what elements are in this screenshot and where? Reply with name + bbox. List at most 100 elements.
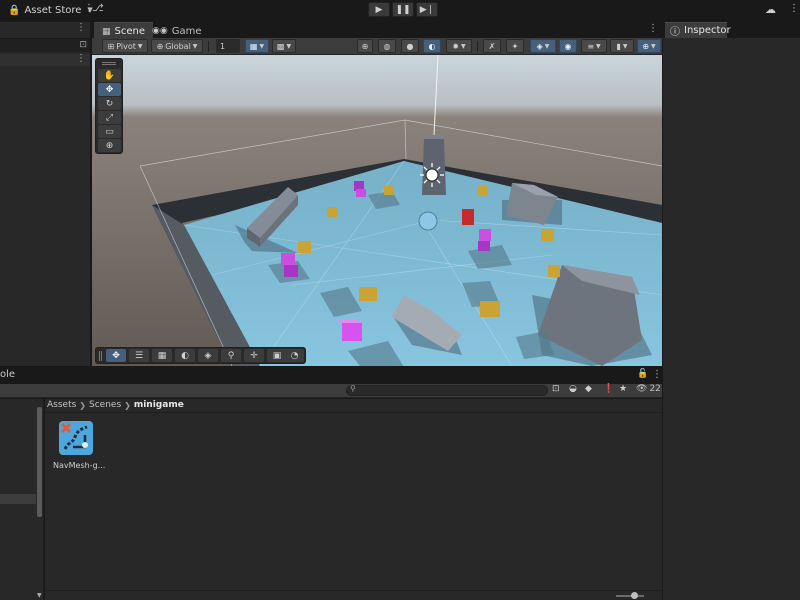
wireframe-globe-icon: ⊕ — [361, 41, 369, 51]
pan-icon: ✛ — [250, 350, 258, 361]
pan-tool[interactable]: ✛ — [244, 349, 264, 362]
move-icon: ✥ — [112, 350, 120, 361]
move-tool[interactable]: ✥ — [98, 83, 121, 96]
layers-dropdown[interactable]: ≡ ▼ — [581, 39, 607, 53]
breadcrumb-scenes[interactable]: Scenes — [89, 400, 121, 410]
navmesh-settings-tool[interactable]: ☰ — [129, 349, 149, 362]
scene-viewport[interactable]: ✋ ✥ ↻ ⤢ ▭ ⊕ ✥ ☰ ▦ ◐ ◈ ⚲ ✛ ▣ ◔ — [92, 55, 662, 366]
arc-tool[interactable]: ◐ — [175, 349, 195, 362]
asset-store-button[interactable]: 🔒 Asset Store ▼ — [8, 3, 93, 17]
info-filter-icon[interactable]: ❗ — [603, 384, 614, 394]
toolbar-divider — [477, 41, 478, 52]
more-vertical-icon[interactable]: ⋮ — [76, 22, 86, 33]
hidden-packages-toggle[interactable]: 👁 22 — [636, 384, 661, 394]
more-vertical-icon[interactable]: ⋮ — [789, 3, 799, 14]
gizmos-dropdown[interactable]: ⊕ ▼ — [637, 39, 661, 53]
tab-console-partial[interactable]: ole — [0, 369, 15, 380]
grid-snap-button[interactable]: ▦ ▼ — [245, 39, 269, 53]
navmesh-bake-tool[interactable]: ◈ — [198, 349, 218, 362]
filter-icon[interactable]: ◒ — [569, 384, 577, 394]
grid-size-input[interactable]: 1 — [216, 39, 240, 53]
draw-mode-button[interactable]: ⊕ — [357, 39, 373, 53]
layers-icon: ◈ — [536, 41, 543, 51]
grid-icon: ▦ — [157, 350, 167, 361]
wire-sphere-icon: ◍ — [383, 41, 391, 51]
tab-inspector[interactable]: ⓘ Inspector — [665, 22, 731, 38]
scene-tab-bar: ▦ Scene ◉◉ Game ⋮ — [92, 22, 662, 38]
drag-handle[interactable] — [99, 351, 102, 361]
pillar-top — [424, 135, 444, 139]
search-filter-icon[interactable]: ⊡ — [79, 40, 87, 50]
navmesh-overlay-toolbar: ✥ ☰ ▦ ◐ ◈ ⚲ ✛ ▣ ◔ — [95, 347, 306, 364]
audio-toggle[interactable]: ✗ — [483, 39, 501, 53]
camera-icon: ▮ — [616, 41, 621, 51]
lit-mode-button[interactable]: ◐ — [423, 39, 441, 53]
rect-tool[interactable]: ▭ — [98, 125, 121, 138]
scale-tool[interactable]: ⤢ — [98, 111, 121, 124]
chevron-down-icon: ▼ — [192, 42, 198, 50]
icon-size-slider-handle[interactable] — [631, 592, 638, 599]
chevron-down-icon: ▼ — [622, 42, 628, 50]
inspector-tab-bar: ⓘ Inspector — [663, 22, 800, 38]
settings-icon: ☰ — [134, 350, 144, 361]
global-dropdown[interactable]: ⊕ Global ▼ — [151, 39, 203, 53]
project-search-input[interactable]: ⚲ — [346, 384, 548, 396]
tab-label: Game — [171, 25, 202, 37]
camera-icon: ▣ — [272, 350, 282, 361]
increment-snap-button[interactable]: ▩ ▼ — [272, 39, 296, 53]
camera-dropdown[interactable]: ▮ ▼ — [610, 39, 634, 53]
bake-icon: ◈ — [204, 350, 212, 361]
chevron-down-icon[interactable]: ▼ — [37, 592, 42, 599]
asset-item-navmesh[interactable]: NavMesh-g... — [53, 421, 105, 475]
move-overlay-tool[interactable]: ✥ — [106, 349, 126, 362]
fx-toggle[interactable]: ✦ — [506, 39, 524, 53]
shaded-mode-button[interactable]: ● — [401, 39, 419, 53]
icon-size-slider-track[interactable] — [616, 595, 644, 597]
drag-handle[interactable] — [102, 62, 116, 65]
lit-sphere-icon: ◐ — [428, 41, 436, 51]
hierarchy-search-input[interactable]: ⊡ — [0, 38, 90, 52]
folder-tree-selected-row[interactable] — [0, 494, 36, 504]
search-by-type-icon[interactable]: ⊡ — [552, 384, 560, 394]
pause-button[interactable]: ❚❚ — [392, 2, 414, 17]
folder-tree-scrollbar[interactable] — [37, 407, 42, 517]
stack-icon: ≡ — [587, 41, 595, 51]
tab-game[interactable]: ◉◉ Game — [144, 22, 210, 38]
rect-icon: ▭ — [105, 126, 114, 137]
pivot-dropdown[interactable]: ⊞ Pivot ▼ — [102, 39, 148, 53]
lock-icon[interactable]: 🔓 — [637, 369, 648, 379]
chevron-down-icon: ▼ — [286, 42, 292, 50]
more-vertical-icon[interactable]: ⋮ — [652, 369, 662, 380]
transform-tool[interactable]: ⊕ — [98, 139, 121, 152]
navmesh-grid-tool[interactable]: ▦ — [152, 349, 172, 362]
camera-tool[interactable]: ▣ — [267, 349, 287, 362]
hand-tool[interactable]: ✋ — [98, 69, 121, 82]
rotate-tool[interactable]: ↻ — [98, 97, 121, 110]
search-icon: ⚲ — [350, 384, 356, 393]
more-vertical-icon[interactable]: ⋮ — [76, 53, 86, 64]
step-button[interactable]: ▶❘ — [416, 2, 438, 17]
chevron-down-icon: ▼ — [651, 42, 656, 50]
play-button[interactable]: ▶ — [368, 2, 390, 17]
pivot-icon: ⊞ — [107, 41, 115, 51]
scene-icon: ▦ — [102, 26, 111, 37]
player-sphere — [418, 211, 438, 231]
tab-label: Scene — [114, 26, 146, 37]
visibility-toggle[interactable]: ◉ — [559, 39, 577, 53]
version-control-icon[interactable]: ⎇ — [92, 3, 104, 14]
search-icon: ⚲ — [227, 350, 235, 361]
hierarchy-header: ⋮ — [0, 22, 90, 36]
favorite-star-icon[interactable]: ★ — [619, 384, 627, 394]
compass-tool[interactable]: ◔ — [285, 349, 304, 362]
label-icon[interactable]: ◆ — [585, 384, 592, 394]
lighting-toggle[interactable]: ✹ ▼ — [446, 39, 472, 53]
breadcrumb-assets[interactable]: Assets — [47, 400, 76, 410]
wireframe-mode-button[interactable]: ◍ — [378, 39, 396, 53]
hierarchy-scene-row[interactable]: ⋮ — [0, 53, 90, 66]
increment-snap-icon: ▩ — [276, 41, 285, 51]
more-vertical-icon[interactable]: ⋮ — [648, 23, 658, 34]
effects-dropdown[interactable]: ◈ ▼ — [530, 39, 556, 53]
breadcrumb-minigame[interactable]: minigame — [134, 400, 184, 410]
search-tool[interactable]: ⚲ — [221, 349, 241, 362]
cloud-icon[interactable]: ☁ — [765, 3, 776, 16]
